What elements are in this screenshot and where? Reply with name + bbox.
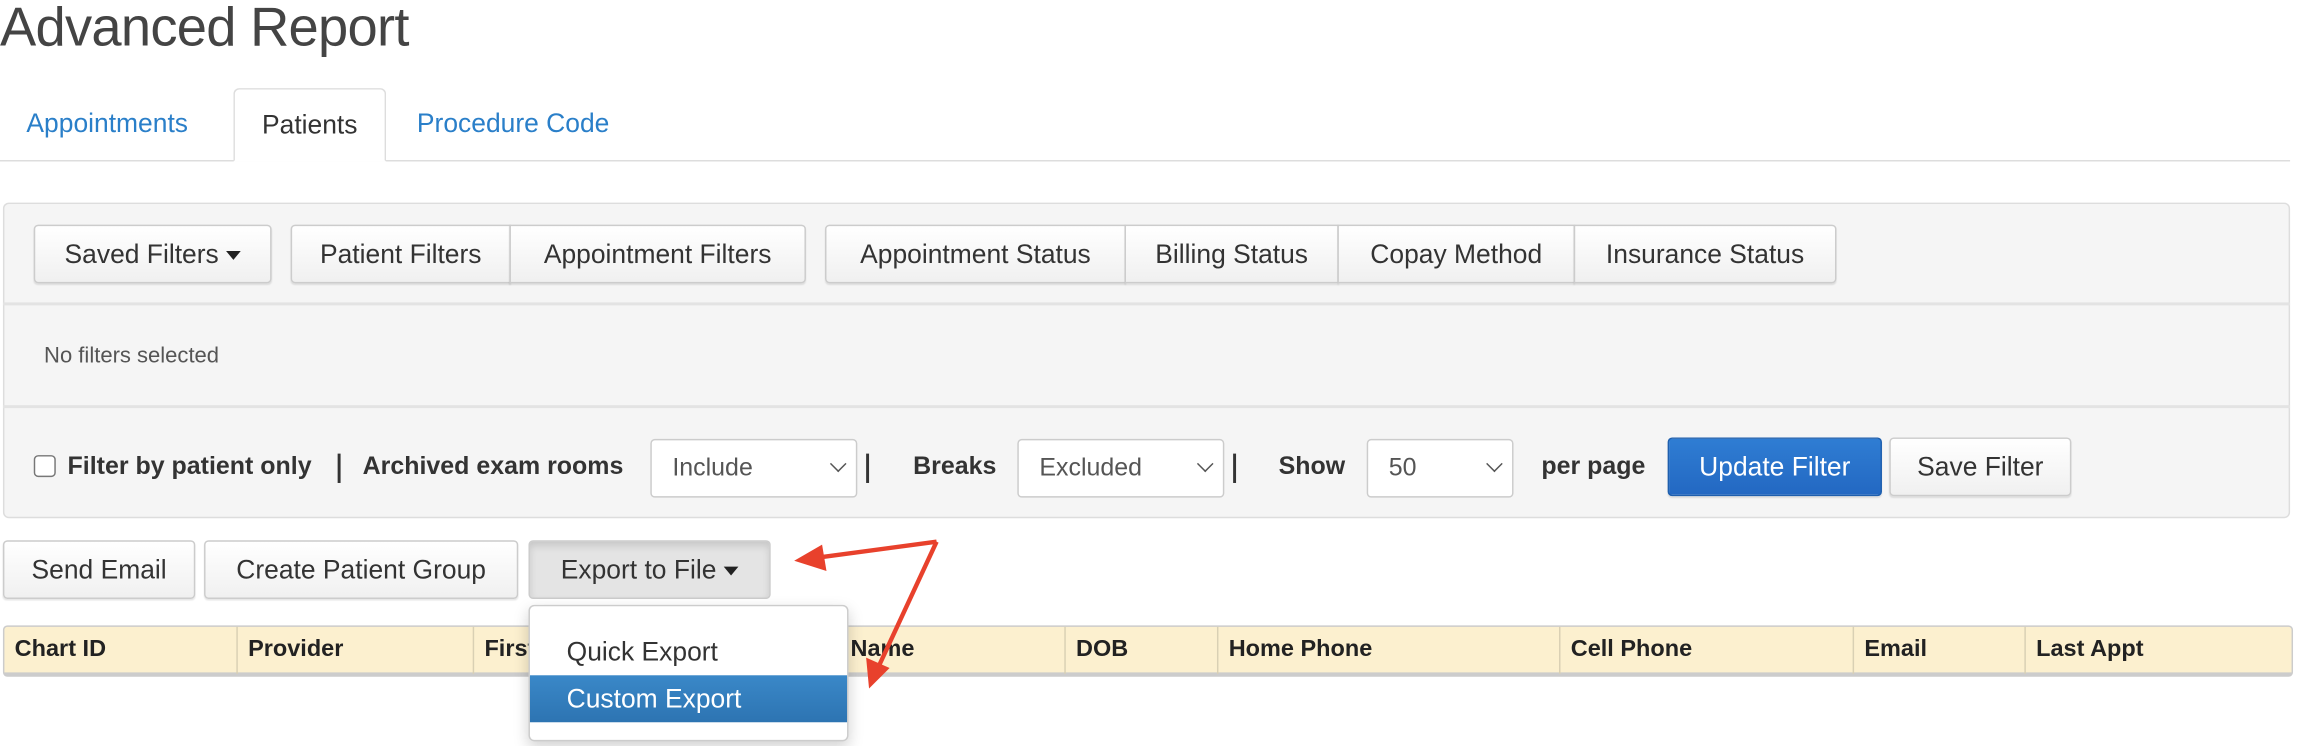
arrow-icon [866,540,939,689]
annotation-arrows [794,539,939,689]
arrow-icon [794,539,937,572]
